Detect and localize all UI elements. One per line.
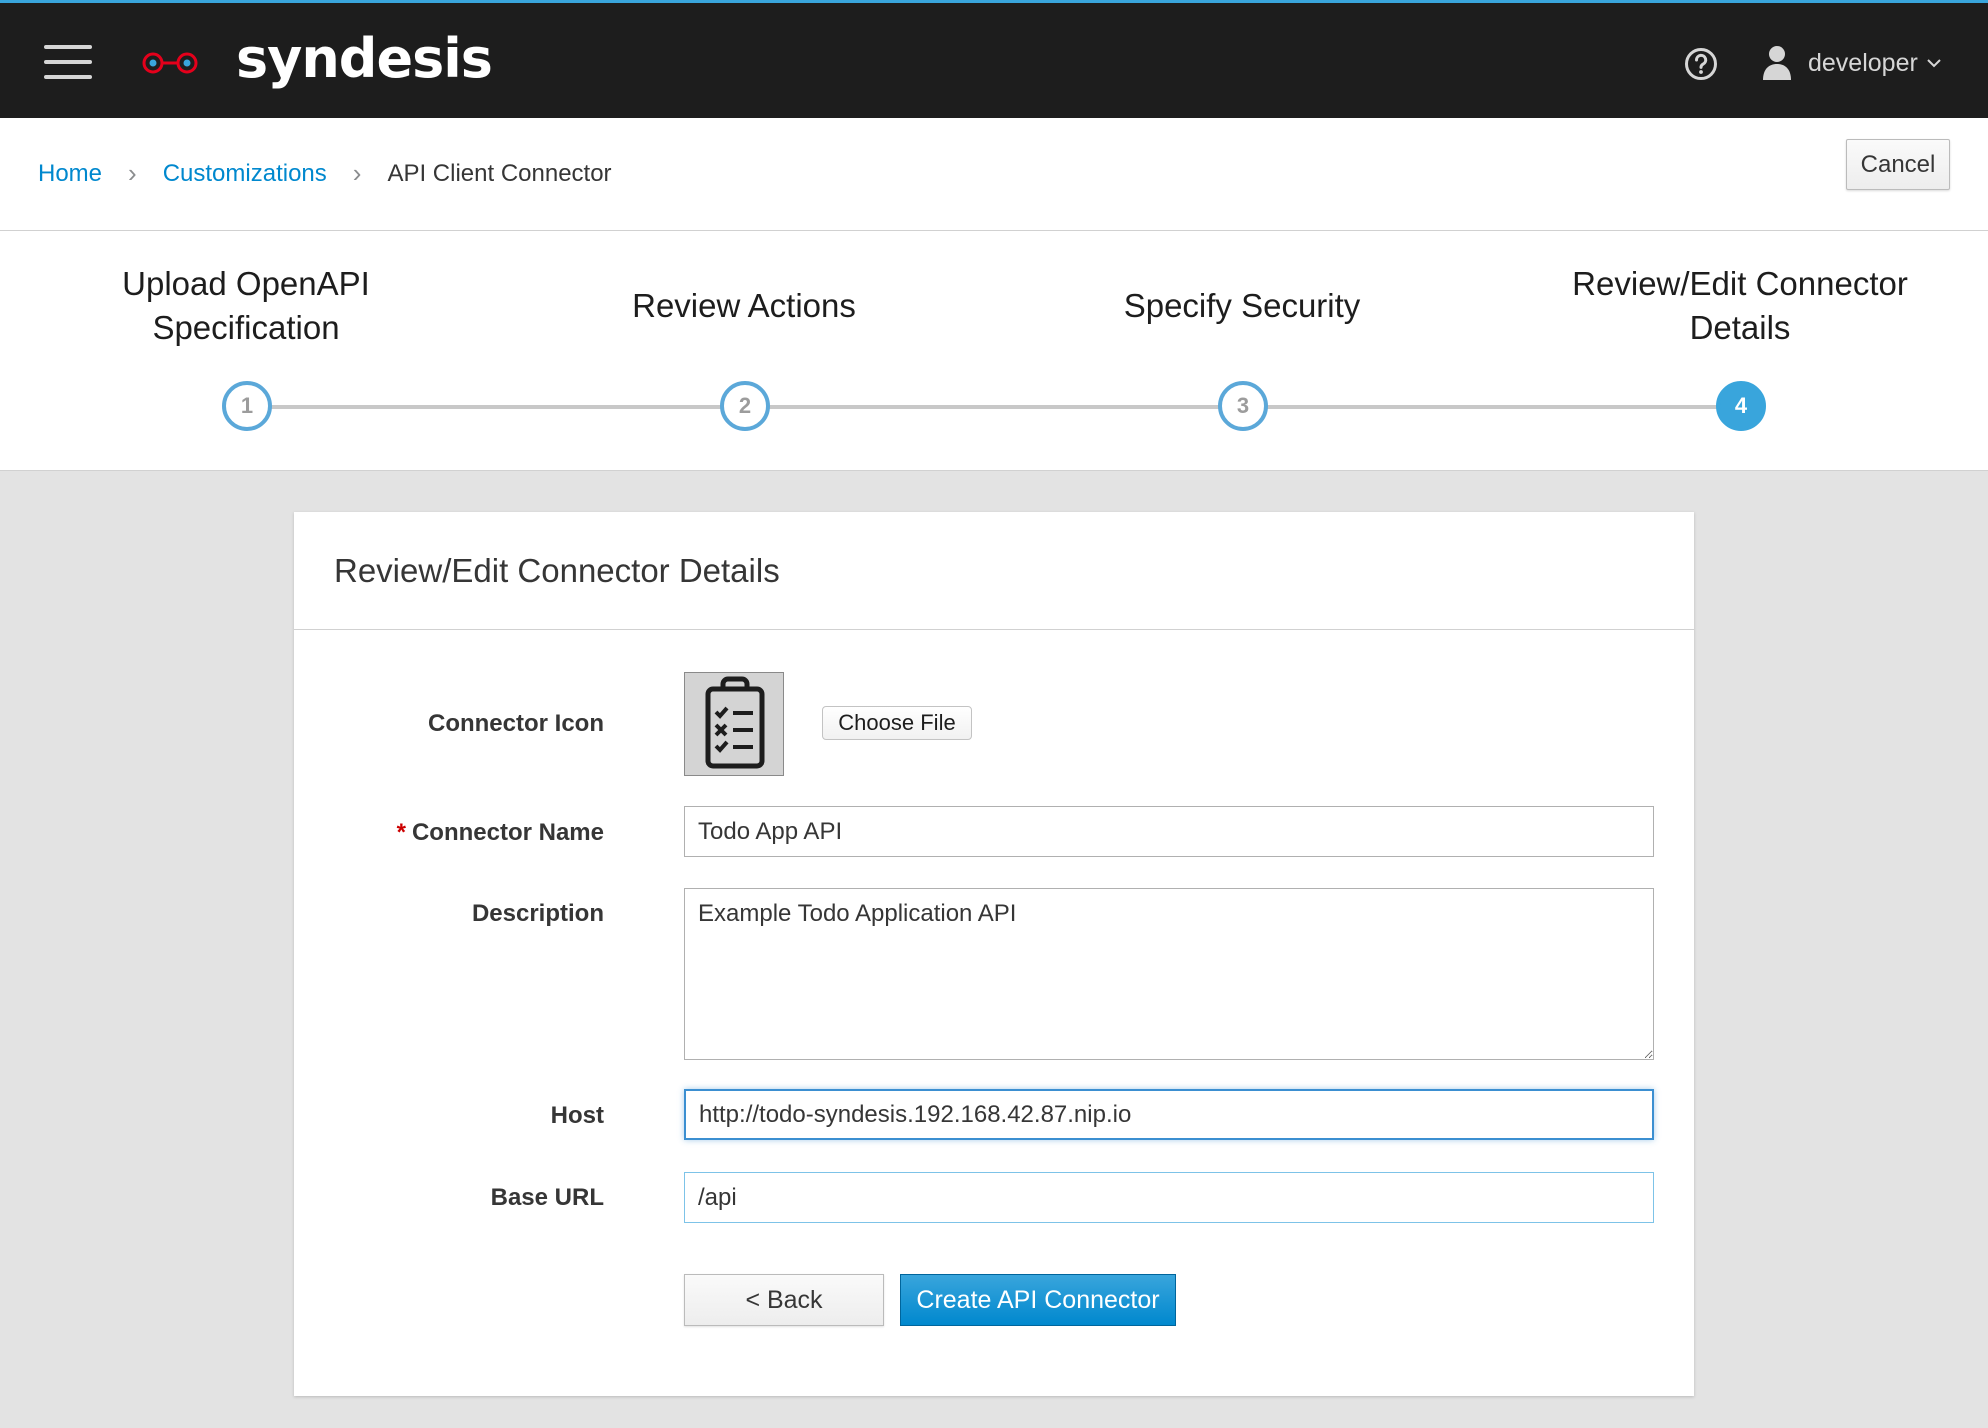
- description-label: Description: [471, 900, 604, 927]
- create-api-connector-button[interactable]: Create API Connector: [900, 1274, 1176, 1326]
- connector-name-label-text: Connector Name: [411, 819, 604, 846]
- required-marker: *: [396, 819, 406, 846]
- card-header: Review/Edit Connector Details: [294, 512, 1694, 630]
- clipboard-checklist-icon: [705, 676, 765, 769]
- back-button[interactable]: < Back: [684, 1274, 884, 1326]
- breadcrumb-bar: Home › Customizations › API Client Conne…: [0, 118, 1988, 231]
- wizard-step-label: Upload OpenAPI Specification: [122, 265, 370, 346]
- breadcrumb-current: API Client Connector: [387, 159, 612, 187]
- cancel-button[interactable]: Cancel: [1846, 139, 1950, 190]
- wizard-step-circle[interactable]: 2: [720, 381, 770, 431]
- chevron-down-icon: [1927, 59, 1941, 68]
- breadcrumb-separator-icon: ›: [352, 158, 362, 188]
- connector-name-label: * Connector Name: [397, 819, 604, 847]
- wizard-step-label: Review Actions: [632, 287, 856, 324]
- base-url-input[interactable]: [684, 1172, 1654, 1223]
- card-title: Review/Edit Connector Details: [334, 551, 780, 589]
- host-label: Host: [550, 1102, 604, 1129]
- syndesis-logo-icon: [142, 52, 198, 74]
- description-textarea[interactable]: Example Todo Application API: [684, 888, 1654, 1060]
- wizard-step-label: Specify Security: [1123, 287, 1361, 324]
- wizard-step-upload: Upload OpenAPI Specification 1: [16, 231, 476, 471]
- hamburger-icon[interactable]: [44, 45, 92, 79]
- user-icon: [1763, 46, 1791, 80]
- breadcrumb: Home › Customizations › API Client Conne…: [38, 158, 612, 189]
- breadcrumb-separator-icon: ›: [128, 158, 137, 188]
- wizard-step-security: Specify Security 3: [1012, 231, 1472, 471]
- choose-file-button[interactable]: Choose File: [822, 706, 972, 740]
- host-input[interactable]: [684, 1089, 1654, 1140]
- wizard-step-circle-active[interactable]: 4: [1716, 381, 1766, 431]
- wizard-step-connector-details: Review/Edit Connector Details 4: [1510, 231, 1970, 471]
- top-navbar: syndesis developer: [0, 0, 1988, 118]
- breadcrumb-home-link[interactable]: Home: [38, 160, 102, 188]
- wizard-steps: Upload OpenAPI Specification 1 Review Ac…: [0, 231, 1988, 471]
- wizard-step-review-actions: Review Actions 2: [514, 231, 974, 471]
- base-url-label: Base URL: [490, 1184, 604, 1211]
- breadcrumb-customizations-link[interactable]: Customizations: [163, 160, 327, 188]
- user-name: developer: [1808, 48, 1918, 77]
- wizard-step-circle[interactable]: 3: [1218, 381, 1268, 431]
- connector-details-card: Review/Edit Connector Details Connector …: [294, 512, 1694, 1396]
- user-menu[interactable]: developer: [1762, 43, 1942, 83]
- connector-name-input[interactable]: [684, 806, 1654, 857]
- wizard-step-circle[interactable]: 1: [222, 381, 272, 431]
- connector-icon-preview: [684, 672, 784, 776]
- wizard-step-label: Review/Edit Connector Details: [1572, 265, 1908, 346]
- connector-icon-label: Connector Icon: [427, 710, 604, 737]
- brand-name[interactable]: syndesis: [236, 27, 493, 90]
- help-icon[interactable]: [1684, 47, 1718, 81]
